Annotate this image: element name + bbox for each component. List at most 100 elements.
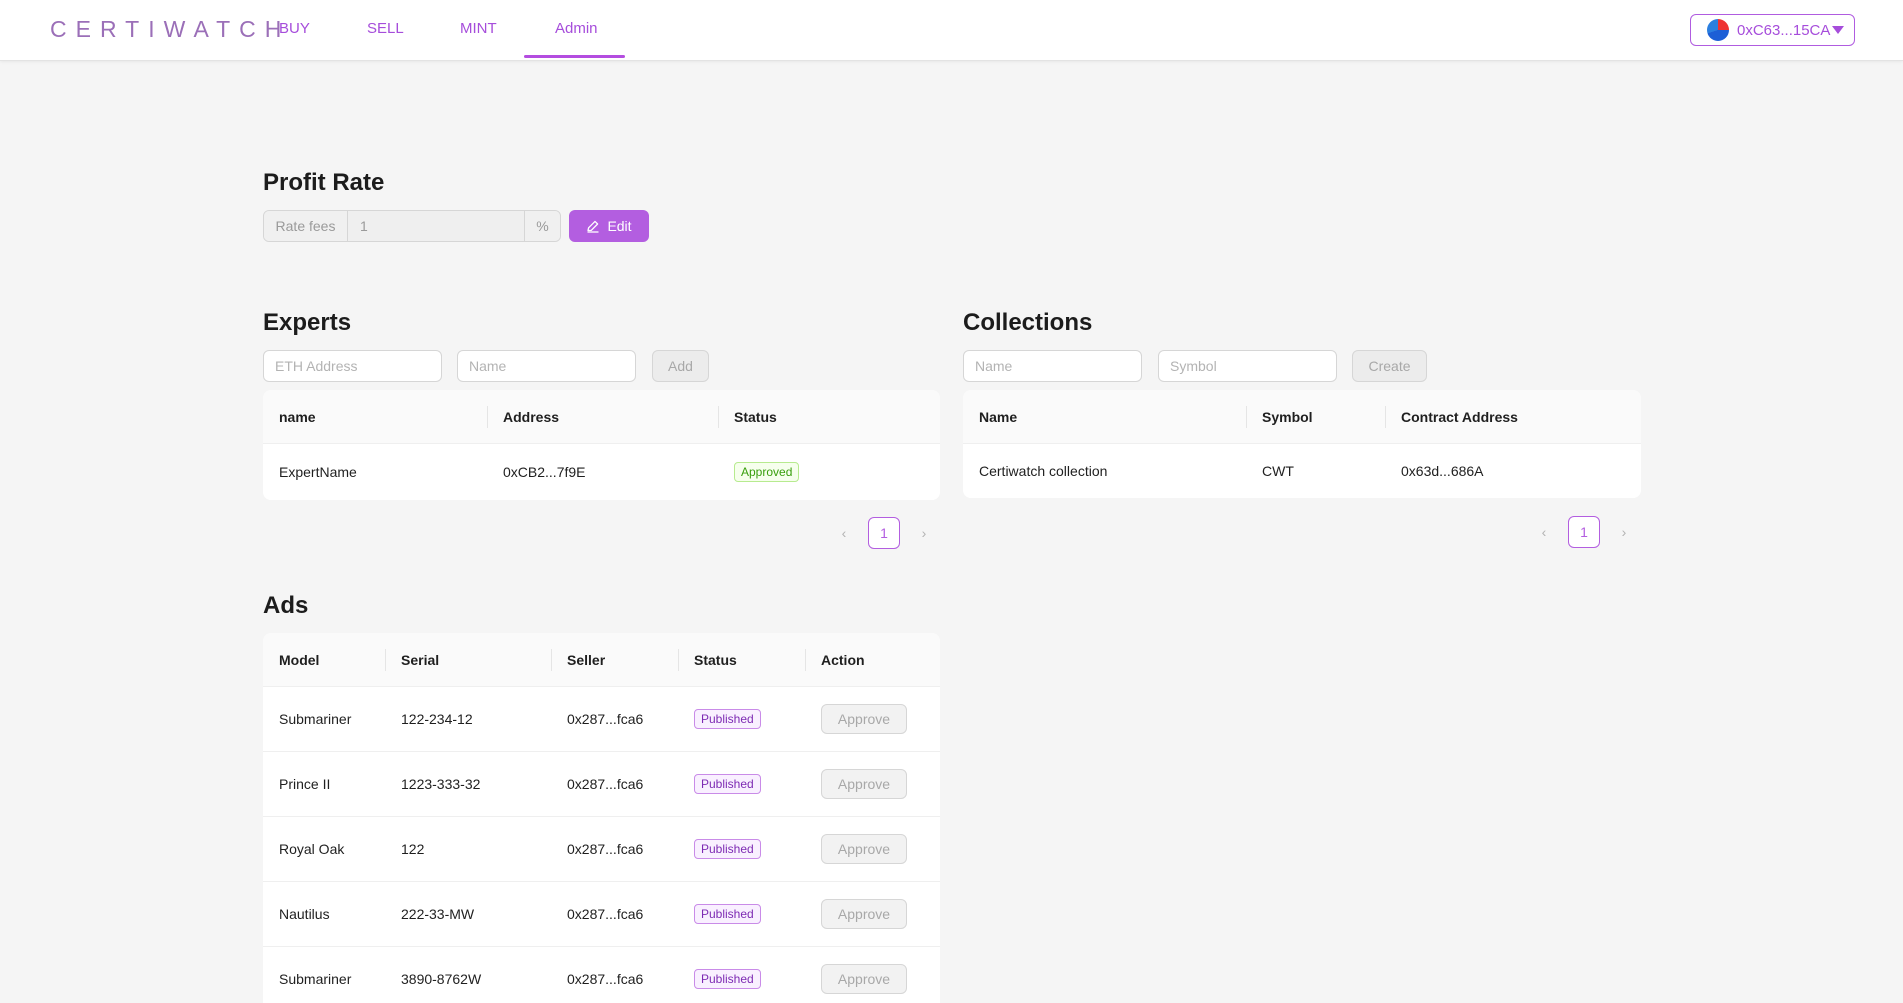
profit-rate-title: Profit Rate — [263, 169, 385, 196]
next-page-icon[interactable]: › — [1608, 516, 1640, 548]
ad-model: Royal Oak — [279, 841, 345, 857]
nav-admin[interactable]: Admin — [555, 20, 598, 37]
table-row: Prince II 1223-333-32 0x287...fca6 Publi… — [263, 752, 940, 817]
nav-active-indicator — [524, 55, 625, 58]
expert-name-input[interactable]: Name — [457, 350, 636, 382]
experts-table: name Address Status ExpertName 0xCB2...7… — [263, 390, 940, 500]
percent-suffix: % — [524, 211, 560, 241]
ads-table-header: Model Serial Seller Status Action — [263, 633, 940, 687]
table-row: Submariner 3890-8762W 0x287...fca6 Publi… — [263, 947, 940, 1003]
col-model: Model — [279, 651, 320, 668]
ad-serial: 122-234-12 — [401, 711, 473, 727]
ads-table: Model Serial Seller Status Action Submar… — [263, 633, 940, 1003]
ad-seller: 0x287...fca6 — [567, 776, 644, 792]
approve-button[interactable]: Approve — [821, 769, 907, 799]
approve-button[interactable]: Approve — [821, 899, 907, 929]
ad-model: Submariner — [279, 711, 352, 727]
status-cell: Published — [678, 882, 805, 946]
ad-seller: 0x287...fca6 — [567, 971, 644, 987]
col-address: Address — [487, 390, 718, 443]
collection-symbol: CWT — [1262, 463, 1294, 479]
prev-page-icon[interactable]: ‹ — [828, 517, 860, 549]
approve-button[interactable]: Approve — [821, 964, 907, 994]
eth-address-input[interactable]: ETH Address — [263, 350, 442, 382]
status-badge: Published — [694, 709, 761, 729]
collection-contract: 0x63d...686A — [1401, 463, 1484, 479]
edit-icon — [587, 220, 599, 233]
collections-title: Collections — [963, 309, 1093, 336]
action-cell: Approve — [805, 882, 940, 946]
status-cell: Approved — [718, 444, 940, 500]
table-row: Nautilus 222-33-MW 0x287...fca6 Publishe… — [263, 882, 940, 947]
certiwatch-logo[interactable]: CERTIWATCH — [50, 16, 290, 43]
table-row: Submariner 122-234-12 0x287...fca6 Publi… — [263, 687, 940, 752]
ad-serial: 3890-8762W — [401, 971, 482, 987]
ad-seller: 0x287...fca6 — [567, 906, 644, 922]
action-cell: Approve — [805, 947, 940, 1003]
col-action: Action — [805, 633, 940, 686]
collection-symbol-input[interactable]: Symbol — [1158, 350, 1337, 382]
col-symbol: Symbol — [1246, 390, 1385, 443]
expert-address: 0xCB2...7f9E — [503, 464, 586, 480]
wallet-button[interactable]: 0xC63...15CA — [1690, 14, 1855, 46]
status-badge: Published — [694, 774, 761, 794]
status-cell: Published — [678, 752, 805, 816]
action-cell: Approve — [805, 817, 940, 881]
ad-model: Nautilus — [279, 906, 330, 922]
caret-down-icon — [1832, 26, 1845, 34]
approve-button[interactable]: Approve — [821, 834, 907, 864]
edit-rate-button[interactable]: Edit — [569, 210, 649, 242]
status-cell: Published — [678, 947, 805, 1003]
col-contract-address: Contract Address — [1385, 390, 1641, 443]
status-badge: Published — [694, 969, 761, 989]
rate-fees-input-group: Rate fees 1 % — [263, 210, 561, 242]
approve-button[interactable]: Approve — [821, 704, 907, 734]
expert-name: ExpertName — [279, 464, 357, 480]
collections-table-header: Name Symbol Contract Address — [963, 390, 1641, 444]
table-row: ExpertName 0xCB2...7f9E Approved — [263, 444, 940, 500]
rate-fees-input[interactable]: 1 — [348, 211, 524, 241]
prev-page-icon[interactable]: ‹ — [1528, 516, 1560, 548]
ad-seller: 0x287...fca6 — [567, 711, 644, 727]
action-cell: Approve — [805, 687, 940, 751]
create-collection-button[interactable]: Create — [1352, 350, 1427, 382]
col-name: name — [279, 408, 316, 425]
ad-model: Prince II — [279, 776, 331, 792]
ad-serial: 122 — [401, 841, 425, 857]
status-cell: Published — [678, 687, 805, 751]
table-row: Royal Oak 122 0x287...fca6 Published App… — [263, 817, 940, 882]
status-badge: Published — [694, 904, 761, 924]
table-row: Certiwatch collection CWT 0x63d...686A — [963, 444, 1641, 498]
ad-serial: 1223-333-32 — [401, 776, 481, 792]
edit-button-label: Edit — [607, 218, 632, 234]
experts-title: Experts — [263, 309, 352, 336]
nav-sell[interactable]: SELL — [367, 20, 404, 37]
status-cell: Published — [678, 817, 805, 881]
page-number[interactable]: 1 — [1568, 516, 1600, 548]
collections-pagination: ‹ 1 › — [1528, 516, 1640, 548]
add-expert-button[interactable]: Add — [652, 350, 709, 382]
collection-name: Certiwatch collection — [979, 463, 1108, 479]
experts-pagination: ‹ 1 › — [828, 517, 940, 549]
ads-title: Ads — [263, 592, 309, 619]
col-name: Name — [979, 408, 1018, 425]
experts-table-header: name Address Status — [263, 390, 940, 444]
status-badge: Published — [694, 839, 761, 859]
ad-seller: 0x287...fca6 — [567, 841, 644, 857]
col-status: Status — [718, 390, 940, 443]
ad-serial: 222-33-MW — [401, 906, 475, 922]
action-cell: Approve — [805, 752, 940, 816]
page-number[interactable]: 1 — [868, 517, 900, 549]
status-badge: Approved — [734, 462, 800, 482]
col-serial: Serial — [385, 633, 551, 686]
ad-model: Submariner — [279, 971, 352, 987]
nav-buy[interactable]: BUY — [279, 20, 310, 37]
next-page-icon[interactable]: › — [908, 517, 940, 549]
nav-mint[interactable]: MINT — [460, 20, 497, 37]
collection-name-input[interactable]: Name — [963, 350, 1142, 382]
col-seller: Seller — [551, 633, 678, 686]
col-status: Status — [678, 633, 805, 686]
top-navbar: CERTIWATCH BUY SELL MINT Admin 0xC63...1… — [0, 0, 1903, 61]
rate-fees-label: Rate fees — [264, 211, 348, 241]
collections-table: Name Symbol Contract Address Certiwatch … — [963, 390, 1641, 498]
